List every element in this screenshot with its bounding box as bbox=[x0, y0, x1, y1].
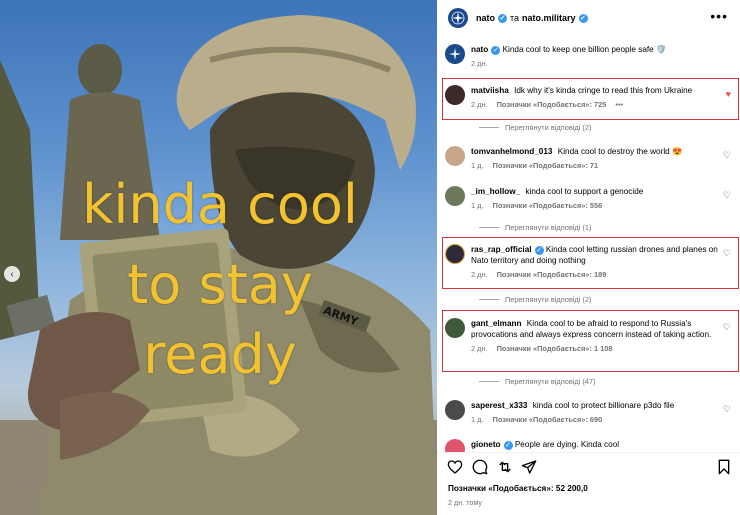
avatar[interactable] bbox=[445, 244, 465, 264]
comment-username[interactable]: _im_hollow_ bbox=[471, 187, 520, 196]
comment-time: 1 д. bbox=[471, 201, 484, 210]
comment-username[interactable]: matviisha bbox=[471, 86, 509, 95]
comment-time: 2 дн. bbox=[471, 344, 488, 353]
comment-likes[interactable]: Позначки «Подобається»: 189 bbox=[497, 269, 607, 280]
verified-icon: ✓ bbox=[534, 246, 544, 255]
avatar[interactable] bbox=[445, 85, 465, 105]
nato-avatar[interactable] bbox=[448, 8, 468, 28]
verified-icon: ✓ bbox=[503, 441, 513, 450]
heart-icon[interactable]: ♡ bbox=[723, 248, 731, 259]
comment-likes[interactable]: Позначки «Подобається»: 71 bbox=[493, 160, 599, 171]
comment-time: 1 д. bbox=[471, 415, 484, 424]
view-replies-link[interactable]: Переглянути відповіді (2) bbox=[479, 123, 591, 132]
heart-icon[interactable]: ♡ bbox=[723, 150, 731, 161]
comment-text: kinda cool to protect billionare p3do fi… bbox=[532, 401, 675, 410]
overlay-text-line: to stay bbox=[127, 253, 313, 316]
comment-text: Kinda cool to destroy the world 😍 bbox=[557, 147, 683, 156]
avatar[interactable] bbox=[445, 186, 465, 206]
comment-item: gant_elmann Kinda cool to be afraid to r… bbox=[445, 318, 735, 354]
comment-likes[interactable]: Позначки «Подобається»: 690 bbox=[493, 414, 603, 425]
comment-time: 2 дн. bbox=[471, 100, 488, 109]
post-caption: nato ✓ Kinda cool to keep one billion peo… bbox=[445, 44, 735, 69]
comment-time: 2 дн. bbox=[471, 59, 488, 68]
comment-item: ras_rap_official ✓ Kinda cool letting rus… bbox=[445, 244, 735, 280]
comment-text: Idk why it's kinda cringe to read this f… bbox=[514, 86, 693, 95]
heart-icon[interactable]: ♡ bbox=[723, 322, 731, 333]
more-icon: ••• bbox=[710, 8, 728, 24]
action-bar bbox=[437, 452, 740, 480]
comment-likes[interactable]: Позначки «Подобається»: 556 bbox=[493, 200, 603, 211]
avatar[interactable] bbox=[445, 44, 465, 64]
comments-list: nato ✓ Kinda cool to keep one billion peo… bbox=[437, 36, 740, 452]
heart-icon[interactable]: ♡ bbox=[723, 404, 731, 415]
caption-text: Kinda cool to keep one billion people sa… bbox=[502, 45, 654, 54]
send-icon[interactable] bbox=[521, 459, 537, 475]
comment-item: matviisha Idk why it's kinda cringe to r… bbox=[445, 85, 735, 110]
post-sidebar: nato ✓ та nato.military ✓ ••• nato ✓ Kind… bbox=[437, 0, 740, 515]
post-author-line: nato ✓ та nato.military ✓ bbox=[476, 13, 588, 23]
verified-icon: ✓ bbox=[498, 13, 507, 23]
avatar[interactable] bbox=[445, 146, 465, 166]
comment-likes[interactable]: Позначки «Подобається»: 725 bbox=[497, 99, 607, 110]
comment-time: 2 дн. bbox=[471, 270, 488, 279]
comment-likes[interactable]: Позначки «Подобається»: 1 108 bbox=[497, 343, 613, 354]
comment-item: tomvanhelmond_013 Kinda cool to destroy … bbox=[445, 146, 735, 171]
overlay-text-line: ready bbox=[143, 323, 297, 386]
share-icon[interactable] bbox=[497, 459, 513, 475]
verified-icon: ✓ bbox=[578, 13, 588, 23]
comment-username[interactable]: tomvanhelmond_013 bbox=[471, 147, 552, 156]
comment-icon[interactable] bbox=[472, 459, 488, 475]
view-replies-link[interactable]: Переглянути відповіді (2) bbox=[479, 295, 591, 304]
comment-username[interactable]: gant_elmann bbox=[471, 319, 522, 328]
overlay-text-line: kinda cool bbox=[82, 173, 358, 236]
avatar[interactable] bbox=[445, 439, 465, 452]
more-icon[interactable]: ••• bbox=[615, 99, 623, 110]
heart-icon[interactable] bbox=[447, 459, 463, 475]
verified-icon: ✓ bbox=[491, 46, 501, 55]
author-username[interactable]: nato bbox=[476, 13, 495, 23]
collaborator-username[interactable]: nato.military bbox=[522, 13, 576, 23]
chevron-left-icon: ‹ bbox=[10, 268, 14, 280]
post-photo: ARMY kinda cool to stay ready ‹ bbox=[0, 0, 437, 515]
comment-item: gioneto ✓ People are dying. Kinda cool bbox=[445, 439, 735, 452]
avatar[interactable] bbox=[445, 400, 465, 420]
carousel-prev-button[interactable]: ‹ bbox=[4, 266, 20, 282]
shield-emoji: 🛡️ bbox=[655, 45, 667, 54]
comment-username[interactable]: nato bbox=[471, 45, 488, 54]
avatar[interactable] bbox=[445, 318, 465, 338]
nato-logo-icon bbox=[449, 48, 461, 60]
nato-logo-icon bbox=[451, 11, 465, 25]
heart-icon[interactable]: ♥ bbox=[726, 89, 731, 99]
comment-text: kinda cool to support a genocide bbox=[525, 187, 644, 196]
bookmark-icon[interactable] bbox=[717, 459, 731, 475]
more-options-button[interactable]: ••• bbox=[710, 8, 728, 24]
comment-item: saperest_x333 kinda cool to protect bill… bbox=[445, 400, 735, 425]
post-header: nato ✓ та nato.military ✓ ••• bbox=[437, 0, 740, 36]
view-replies-link[interactable]: Переглянути відповіді (47) bbox=[479, 377, 596, 386]
author-connector: та bbox=[510, 13, 520, 23]
comment-username[interactable]: gioneto bbox=[471, 440, 501, 449]
comment-item: _im_hollow_ kinda cool to support a geno… bbox=[445, 186, 735, 211]
comment-text: People are dying. Kinda cool bbox=[514, 440, 620, 449]
post-date: 2 дн. тому bbox=[448, 498, 482, 507]
comment-username[interactable]: saperest_x333 bbox=[471, 401, 527, 410]
view-replies-link[interactable]: Переглянути відповіді (1) bbox=[479, 223, 591, 232]
comment-username[interactable]: ras_rap_official bbox=[471, 245, 532, 254]
comment-time: 1 д. bbox=[471, 161, 484, 170]
post-likes-count[interactable]: Позначки «Подобається»: 52 200,0 bbox=[448, 484, 588, 493]
heart-icon[interactable]: ♡ bbox=[723, 190, 731, 201]
